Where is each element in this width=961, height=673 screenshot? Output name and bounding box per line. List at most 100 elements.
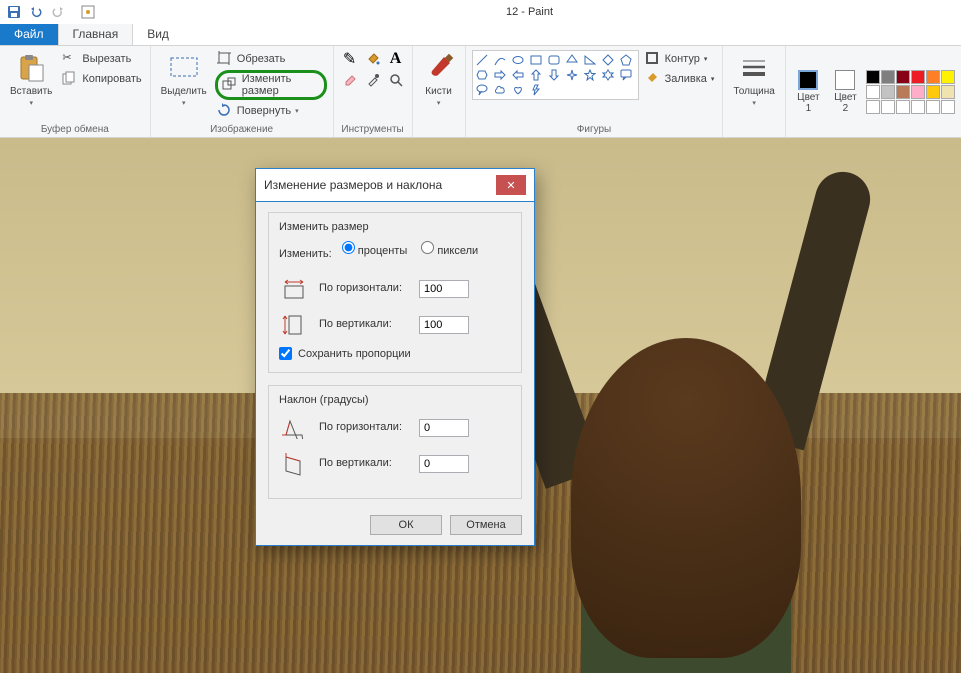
cut-icon: ✂ — [62, 51, 78, 67]
resize-dialog: Изменение размеров и наклона ✕ Изменить … — [255, 168, 535, 546]
resize-button[interactable]: Изменить размер — [215, 70, 327, 100]
group-label: Изображение — [157, 122, 327, 135]
heart-icon[interactable] — [511, 83, 526, 97]
undo-icon[interactable] — [26, 2, 46, 22]
resize-h-icon — [279, 275, 309, 303]
skew-v-input[interactable] — [419, 455, 469, 473]
skew-h-input[interactable] — [419, 419, 469, 437]
group-label: Фигуры — [472, 122, 717, 135]
cancel-button[interactable]: Отмена — [450, 515, 522, 535]
callout-oval-icon[interactable] — [475, 83, 490, 97]
group-shapes: Контур▾ Заливка▾ Фигуры — [466, 46, 724, 137]
skew-h-icon — [279, 414, 309, 442]
group-label — [729, 133, 778, 135]
outline-button[interactable]: Контур▾ — [643, 50, 717, 68]
arrow-up-icon[interactable] — [529, 68, 544, 82]
color-palette[interactable] — [866, 70, 955, 114]
group-colors: Цвет 1 Цвет 2 — [786, 46, 961, 137]
bucket-icon[interactable] — [363, 50, 383, 68]
diamond-icon[interactable] — [601, 53, 616, 67]
magnifier-icon[interactable] — [386, 71, 406, 89]
tab-file[interactable]: Файл — [0, 24, 58, 45]
color2-button[interactable]: Цвет 2 — [829, 68, 862, 116]
arrow-right-icon[interactable] — [493, 68, 508, 82]
roundrect-icon[interactable] — [547, 53, 562, 67]
rotate-icon — [217, 103, 233, 119]
callout-cloud-icon[interactable] — [493, 83, 508, 97]
group-label: Инструменты — [340, 122, 406, 135]
oval-icon[interactable] — [511, 53, 526, 67]
pentagon-icon[interactable] — [619, 53, 634, 67]
skew-fieldset: Наклон (градусы) По горизонтали: По верт… — [268, 385, 522, 499]
cut-button[interactable]: ✂Вырезать — [60, 50, 143, 68]
group-tools: ✎ A Инструменты — [334, 46, 413, 137]
resize-h-input[interactable] — [419, 280, 469, 298]
copy-icon — [62, 71, 78, 87]
copy-button[interactable]: Копировать — [60, 70, 143, 88]
group-label: Буфер обмена — [6, 122, 144, 135]
star6-icon[interactable] — [601, 68, 616, 82]
dialog-titlebar[interactable]: Изменение размеров и наклона ✕ — [256, 169, 534, 202]
shapes-gallery[interactable] — [472, 50, 639, 100]
group-brushes: Кисти ▾ — [413, 46, 466, 137]
crop-button[interactable]: Обрезать — [215, 50, 327, 68]
resize-icon — [222, 77, 238, 93]
brushes-button[interactable]: Кисти ▾ — [419, 50, 459, 109]
curve-icon[interactable] — [493, 53, 508, 67]
window-title: 12 - Paint — [98, 6, 961, 18]
skew-v-icon — [279, 450, 309, 478]
ribbon: Вставить ▾ ✂Вырезать Копировать Буфер об… — [0, 46, 961, 138]
fill-icon — [645, 71, 661, 87]
redo-icon[interactable] — [48, 2, 68, 22]
group-label — [792, 133, 955, 135]
ribbon-tabs: Файл Главная Вид — [0, 24, 961, 46]
resize-v-input[interactable] — [419, 316, 469, 334]
save-icon[interactable] — [4, 2, 24, 22]
group-clipboard: Вставить ▾ ✂Вырезать Копировать Буфер об… — [0, 46, 151, 137]
polygon-icon[interactable] — [565, 53, 580, 67]
hexagon-icon[interactable] — [475, 68, 490, 82]
star5-icon[interactable] — [583, 68, 598, 82]
crop-icon — [217, 51, 233, 67]
line-icon[interactable] — [475, 53, 490, 67]
select-icon — [168, 52, 200, 84]
lightning-icon[interactable] — [529, 83, 544, 97]
eyedropper-icon[interactable] — [363, 71, 383, 89]
ok-button[interactable]: ОК — [370, 515, 442, 535]
triangle-icon[interactable] — [583, 53, 598, 67]
group-size: Толщина ▾ — [723, 46, 785, 137]
radio-percent[interactable]: проценты — [342, 241, 408, 257]
outline-icon — [645, 51, 661, 67]
radio-pixels[interactable]: пиксели — [421, 241, 478, 257]
resize-fieldset: Изменить размер Изменить: проценты пиксе… — [268, 212, 522, 373]
pencil-icon[interactable]: ✎ — [340, 50, 360, 68]
text-icon[interactable]: A — [386, 50, 406, 68]
resize-v-icon — [279, 311, 309, 339]
paste-icon — [15, 52, 47, 84]
tab-view[interactable]: Вид — [133, 24, 183, 45]
preview-icon[interactable] — [78, 2, 98, 22]
color1-swatch — [798, 70, 818, 90]
arrow-down-icon[interactable] — [547, 68, 562, 82]
paste-button[interactable]: Вставить ▾ — [6, 50, 56, 109]
eraser-icon[interactable] — [340, 71, 360, 89]
brush-icon — [423, 52, 455, 84]
arrow-left-icon[interactable] — [511, 68, 526, 82]
star4-icon[interactable] — [565, 68, 580, 82]
select-button[interactable]: Выделить ▾ — [157, 50, 211, 109]
aspect-checkbox[interactable]: Сохранить пропорции — [279, 347, 511, 360]
color2-swatch — [835, 70, 855, 90]
rect-icon[interactable] — [529, 53, 544, 67]
callout-rect-icon[interactable] — [619, 68, 634, 82]
close-button[interactable]: ✕ — [496, 175, 526, 195]
dialog-title: Изменение размеров и наклона — [264, 178, 442, 192]
size-icon — [738, 52, 770, 84]
group-image: Выделить ▾ Обрезать Изменить размер Пове… — [151, 46, 334, 137]
fill-button[interactable]: Заливка▾ — [643, 70, 717, 88]
rotate-button[interactable]: Повернуть▾ — [215, 102, 327, 120]
title-bar: 12 - Paint — [0, 0, 961, 24]
tab-home[interactable]: Главная — [58, 24, 134, 45]
quick-access-toolbar — [0, 2, 98, 22]
size-button[interactable]: Толщина ▾ — [729, 50, 778, 109]
color1-button[interactable]: Цвет 1 — [792, 68, 825, 116]
